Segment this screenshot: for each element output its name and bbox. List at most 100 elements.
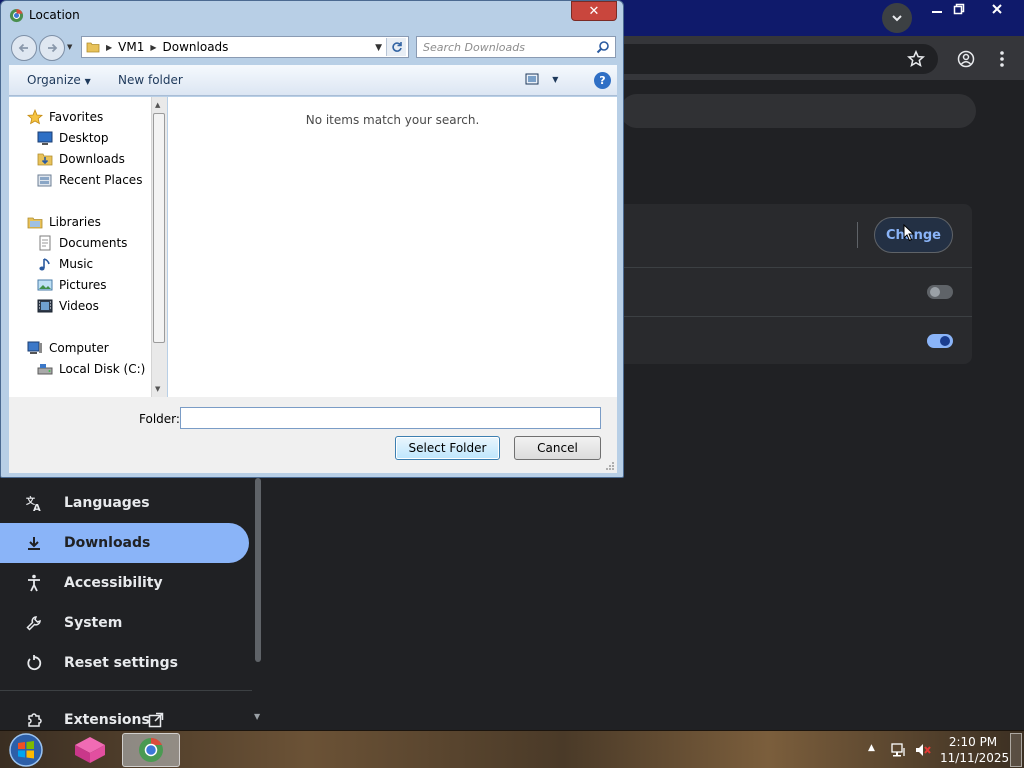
- windows-start-icon[interactable]: [7, 732, 45, 768]
- scroll-down-arrow-icon[interactable]: ▼: [155, 385, 160, 393]
- tree-item-documents[interactable]: Documents: [37, 233, 127, 253]
- file-list[interactable]: No items match your search.: [168, 97, 617, 397]
- sidebar-item-label: Accessibility: [64, 575, 163, 591]
- scrollbar-thumb[interactable]: [255, 478, 261, 662]
- tree-item-libraries[interactable]: Libraries: [27, 212, 101, 232]
- arrow-right-icon: [48, 43, 58, 53]
- sidebar-item-label: Downloads: [64, 535, 151, 551]
- scroll-up-arrow-icon[interactable]: ▲: [155, 101, 160, 109]
- tab-search-button[interactable]: [882, 3, 912, 33]
- select-folder-button[interactable]: Select Folder: [395, 436, 500, 460]
- dialog-titlebar[interactable]: Location ✕: [1, 1, 623, 31]
- ask-where-to-save-toggle[interactable]: [927, 285, 953, 299]
- address-bar[interactable]: [600, 44, 938, 74]
- scroll-down-arrow-icon[interactable]: ▼: [254, 712, 260, 721]
- sidebar-item-reset-settings[interactable]: Reset settings: [0, 643, 249, 683]
- pictures-icon: [37, 279, 53, 291]
- card-divider: [620, 316, 972, 317]
- tree-item-recent-places[interactable]: Recent Places: [37, 170, 142, 190]
- refresh-icon: [391, 42, 402, 52]
- recent-pages-dropdown-icon[interactable]: ▼: [67, 43, 72, 51]
- volume-muted-icon[interactable]: [914, 742, 932, 758]
- folder-icon: [86, 42, 100, 53]
- accessibility-icon: [22, 571, 46, 595]
- tree-item-music[interactable]: Music: [37, 254, 93, 274]
- cube-app-icon: [75, 737, 105, 763]
- organize-button[interactable]: Organize ▼: [27, 73, 91, 87]
- extensions-icon: [22, 708, 46, 732]
- breadcrumb[interactable]: ▶ VM1 ▶ Downloads ▼: [81, 36, 409, 58]
- profile-button[interactable]: [953, 46, 979, 72]
- chrome-close-button[interactable]: [978, 0, 1016, 18]
- clock-time: 2:10 PM: [948, 735, 998, 749]
- videos-icon: [37, 299, 53, 313]
- navigation-scrollbar[interactable]: ▲ ▼: [151, 97, 167, 397]
- sidebar-divider: [0, 690, 252, 691]
- card-divider: [620, 267, 972, 268]
- kebab-menu-icon: [1000, 51, 1004, 67]
- breadcrumb-item-downloads[interactable]: Downloads: [163, 40, 229, 54]
- breadcrumb-separator-icon[interactable]: ▶: [150, 43, 156, 52]
- tree-label: Pictures: [59, 278, 107, 292]
- search-icon[interactable]: [596, 40, 610, 54]
- hard-drive-icon: [37, 364, 53, 375]
- taskbar-app-1[interactable]: [68, 733, 112, 767]
- sidebar-item-label: Languages: [64, 495, 150, 511]
- tree-item-pictures[interactable]: Pictures: [37, 275, 107, 295]
- reset-icon: [22, 651, 46, 675]
- tree-item-downloads[interactable]: Downloads: [37, 149, 125, 169]
- taskbar-app-chrome[interactable]: [122, 733, 180, 767]
- address-dropdown-icon[interactable]: ▼: [375, 43, 382, 53]
- help-icon[interactable]: ?: [594, 72, 611, 89]
- restore-icon: [953, 3, 965, 15]
- breadcrumb-separator-icon[interactable]: ▶: [106, 43, 112, 52]
- breadcrumb-item-vm1[interactable]: VM1: [118, 40, 144, 54]
- search-input[interactable]: [423, 40, 593, 54]
- chevron-down-icon: ▼: [84, 77, 91, 86]
- search-box[interactable]: [416, 36, 616, 58]
- chevron-down-icon: [892, 15, 902, 22]
- star-icon: [27, 109, 43, 125]
- profile-icon: [957, 50, 975, 68]
- windows-taskbar: ▲ 2:10 PM 11/11/2025: [0, 730, 1024, 768]
- tree-item-desktop[interactable]: Desktop: [37, 128, 109, 148]
- resize-grip-icon[interactable]: [605, 461, 615, 471]
- chrome-menu-button[interactable]: [989, 46, 1015, 72]
- tree-label: Downloads: [59, 152, 125, 166]
- chrome-restore-button[interactable]: [940, 0, 978, 18]
- wrench-icon: [22, 611, 46, 635]
- sidebar-item-downloads[interactable]: Downloads: [0, 523, 249, 563]
- dialog-close-button[interactable]: ✕: [571, 1, 617, 21]
- toggle-knob: [940, 336, 950, 346]
- folder-input[interactable]: [180, 407, 601, 429]
- scrollbar-thumb[interactable]: [153, 113, 165, 343]
- settings-sidebar: 文A Languages Downloads Accessibility Sys…: [0, 478, 252, 730]
- tree-item-videos[interactable]: Videos: [37, 296, 99, 316]
- tree-item-local-disk[interactable]: Local Disk (C:): [37, 359, 145, 379]
- refresh-button[interactable]: [386, 38, 406, 56]
- translate-icon: 文A: [22, 491, 46, 515]
- tree-item-favorites[interactable]: Favorites: [27, 107, 103, 127]
- dialog-title: Location: [29, 8, 80, 22]
- tray-expand-icon[interactable]: ▲: [868, 743, 875, 753]
- new-folder-button[interactable]: New folder: [118, 73, 183, 87]
- network-icon[interactable]: [890, 742, 908, 758]
- tree-label: Computer: [49, 341, 109, 355]
- cancel-button[interactable]: Cancel: [514, 436, 601, 460]
- sidebar-item-label: Reset settings: [64, 655, 179, 671]
- forward-button[interactable]: [39, 35, 65, 61]
- show-downloads-toggle[interactable]: [927, 334, 953, 348]
- back-button[interactable]: [11, 35, 37, 61]
- star-icon: [907, 50, 925, 67]
- change-view-button[interactable]: ▼: [525, 73, 561, 89]
- bookmark-star-button[interactable]: [903, 46, 929, 72]
- tree-item-computer[interactable]: Computer: [27, 338, 109, 358]
- show-desktop-button[interactable]: [1010, 733, 1022, 767]
- sidebar-item-languages[interactable]: 文A Languages: [0, 483, 249, 523]
- sidebar-scrollbar[interactable]: ▼: [252, 478, 264, 730]
- sidebar-item-accessibility[interactable]: Accessibility: [0, 563, 249, 603]
- system-clock[interactable]: 2:10 PM 11/11/2025: [940, 734, 1009, 766]
- sidebar-item-system[interactable]: System: [0, 603, 249, 643]
- sidebar-item-label: Extensions: [64, 712, 150, 728]
- settings-search-input[interactable]: [620, 94, 976, 128]
